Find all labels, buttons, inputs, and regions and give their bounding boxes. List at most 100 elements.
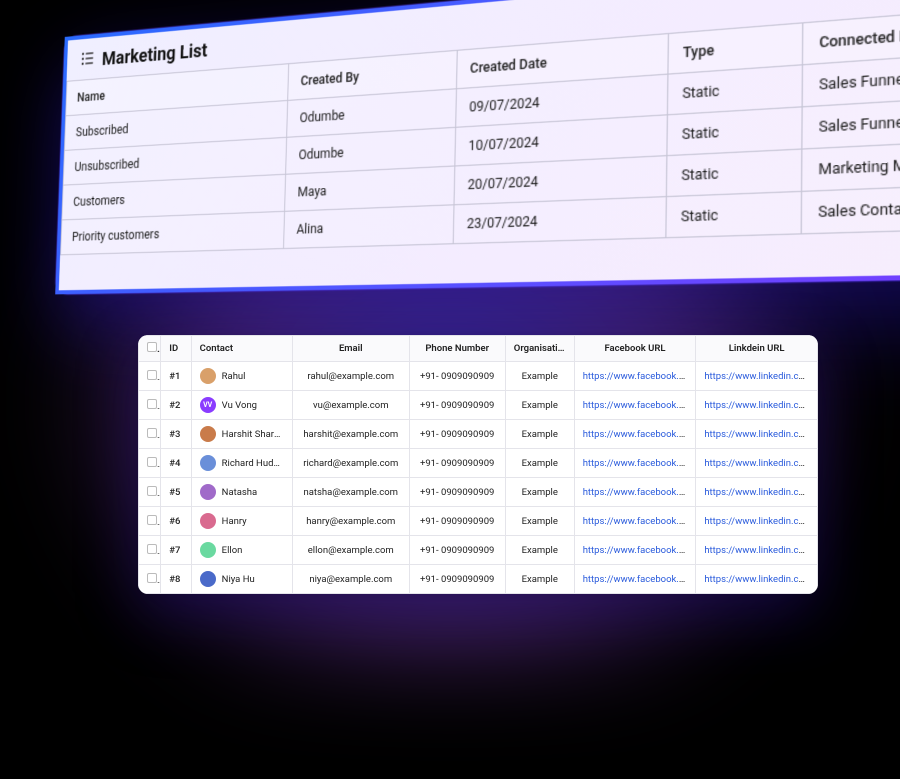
facebook-link[interactable]: https://www.facebook.com/u... [583, 574, 696, 585]
cell-id: #3 [161, 420, 191, 449]
linkedin-link[interactable]: https://www.linkedin.com/du... [704, 545, 817, 556]
table-row[interactable]: #5Natashanatsha@example.com+91- 09090909… [139, 478, 818, 507]
cell-facebook[interactable]: https://www.facebook.com/u... [574, 478, 696, 507]
cell-email: niya@example.com [293, 565, 410, 594]
cell-linkedin[interactable]: https://www.linkedin.com/du... [696, 362, 818, 391]
cell-contact[interactable]: Richard Hudson [191, 449, 292, 478]
col-checkbox[interactable] [139, 336, 161, 362]
cell-checkbox[interactable] [139, 536, 161, 565]
cell-checkbox[interactable] [139, 391, 161, 420]
cell-email: ellon@example.com [293, 536, 410, 565]
row-checkbox[interactable] [147, 370, 157, 380]
col-organisation[interactable]: Organisation [505, 336, 574, 362]
contact-name: Ellon [222, 545, 243, 556]
cell-phone: +91- 0909090909 [409, 449, 505, 478]
table-row[interactable]: #2VVVu Vongvu@example.com+91- 0909090909… [139, 391, 818, 420]
cell-facebook[interactable]: https://www.facebook.com/u... [574, 362, 696, 391]
facebook-link[interactable]: https://www.facebook.com/u... [583, 371, 696, 382]
contact-name: Rahul [222, 371, 246, 382]
cell-contact[interactable]: Niya Hu [191, 565, 292, 594]
table-row[interactable]: #6Hanryhanry@example.com+91- 0909090909E… [139, 507, 818, 536]
col-facebook[interactable]: Facebook URL [574, 336, 696, 362]
cell-checkbox[interactable] [139, 449, 161, 478]
cell-linkedin[interactable]: https://www.linkedin.com/du... [696, 449, 818, 478]
contact-name: Niya Hu [222, 574, 255, 585]
cell-phone: +91- 0909090909 [409, 536, 505, 565]
cell-linkedin[interactable]: https://www.linkedin.com/du... [696, 565, 818, 594]
cell-checkbox[interactable] [139, 478, 161, 507]
cell-phone: +91- 0909090909 [409, 507, 505, 536]
contact-name: Richard Hudson [222, 458, 284, 469]
avatar [200, 513, 216, 529]
cell-contact[interactable]: Rahul [191, 362, 292, 391]
linkedin-link[interactable]: https://www.linkedin.com/du... [704, 400, 817, 411]
cell-checkbox[interactable] [139, 362, 161, 391]
cell-facebook[interactable]: https://www.facebook.com/u... [574, 420, 696, 449]
linkedin-link[interactable]: https://www.linkedin.com/du... [704, 371, 817, 382]
select-all-checkbox[interactable] [147, 342, 157, 352]
table-row[interactable]: #1Rahulrahul@example.com+91- 0909090909E… [139, 362, 818, 391]
cell-linkedin[interactable]: https://www.linkedin.com/du... [696, 391, 818, 420]
avatar [200, 455, 216, 471]
table-row[interactable]: #3Harshit Sharmaharshit@example.com+91- … [139, 420, 818, 449]
col-phone[interactable]: Phone Number [409, 336, 505, 362]
row-checkbox[interactable] [147, 457, 157, 467]
cell-linkedin[interactable]: https://www.linkedin.com/du... [696, 478, 818, 507]
cell-contact[interactable]: Hanry [191, 507, 292, 536]
avatar: VV [200, 397, 216, 413]
table-row[interactable]: #7Ellonellon@example.com+91- 0909090909E… [139, 536, 818, 565]
facebook-link[interactable]: https://www.facebook.com/u... [583, 429, 696, 440]
cell-id: #8 [161, 565, 191, 594]
table-row[interactable]: #4 Richard Hudson richard@example.com+91- … [139, 449, 818, 478]
facebook-link[interactable]: https://www.facebook.com/u... [583, 487, 696, 498]
linkedin-link[interactable]: https://www.linkedin.com/du... [704, 429, 817, 440]
row-checkbox[interactable] [147, 544, 157, 554]
cell-linkedin[interactable]: https://www.linkedin.com/du... [696, 420, 818, 449]
col-email[interactable]: Email [293, 336, 410, 362]
cell-checkbox[interactable] [139, 565, 161, 594]
cell-type: Static [666, 149, 802, 197]
contacts-header-row: ID Contact Email Phone Number Organisati… [139, 336, 818, 362]
marketing-list-card: Marketing List Name Created By Created D… [55, 0, 900, 294]
col-id[interactable]: ID [161, 336, 191, 362]
cell-contact[interactable]: Harshit Sharma [191, 420, 292, 449]
cell-contact[interactable]: VVVu Vong [191, 391, 292, 420]
cell-id: #2 [161, 391, 191, 420]
row-checkbox[interactable] [147, 486, 157, 496]
col-contact[interactable]: Contact [191, 336, 292, 362]
row-checkbox[interactable] [147, 573, 157, 583]
contact-name: Natasha [222, 487, 258, 498]
cell-checkbox[interactable] [139, 507, 161, 536]
linkedin-link[interactable]: https://www.linkedin.com/du... [704, 487, 817, 498]
linkedin-link[interactable]: https://www.linkedin.com/du... [704, 516, 817, 527]
cell-checkbox[interactable] [139, 420, 161, 449]
row-checkbox[interactable] [147, 399, 157, 409]
avatar [200, 426, 216, 442]
cell-facebook[interactable]: https://www.facebook.com/u... [574, 391, 696, 420]
cell-linkedin[interactable]: https://www.linkedin.com/du... [696, 507, 818, 536]
cell-contact[interactable]: Ellon [191, 536, 292, 565]
facebook-link[interactable]: https://www.facebook.com/u... [583, 458, 696, 469]
cell-facebook[interactable]: https://www.facebook.com/u... [574, 536, 696, 565]
cell-type: Static [665, 191, 802, 237]
cell-contact[interactable]: Natasha [191, 478, 292, 507]
col-linkedin[interactable]: Linkdein URL [696, 336, 818, 362]
cell-id: #4 [161, 449, 191, 478]
facebook-link[interactable]: https://www.facebook.com/u... [583, 516, 696, 527]
cell-facebook[interactable]: https://www.facebook.com/u... [574, 449, 696, 478]
cell-linkedin[interactable]: https://www.linkedin.com/du... [696, 536, 818, 565]
linkedin-link[interactable]: https://www.linkedin.com/du... [704, 458, 817, 469]
cell-email: richard@example.com [293, 449, 410, 478]
table-row[interactable]: #8Niya Huniya@example.com+91- 0909090909… [139, 565, 818, 594]
cell-id: #7 [161, 536, 191, 565]
facebook-link[interactable]: https://www.facebook.com/u... [583, 545, 696, 556]
cell-facebook[interactable]: https://www.facebook.com/u... [574, 507, 696, 536]
linkedin-link[interactable]: https://www.linkedin.com/du... [704, 574, 817, 585]
cell-created_by: Alina [284, 205, 454, 249]
facebook-link[interactable]: https://www.facebook.com/u... [583, 400, 696, 411]
row-checkbox[interactable] [147, 515, 157, 525]
row-checkbox[interactable] [147, 428, 157, 438]
cell-facebook[interactable]: https://www.facebook.com/u... [574, 565, 696, 594]
cell-organisation: Example [505, 391, 574, 420]
cell-id: #1 [161, 362, 191, 391]
